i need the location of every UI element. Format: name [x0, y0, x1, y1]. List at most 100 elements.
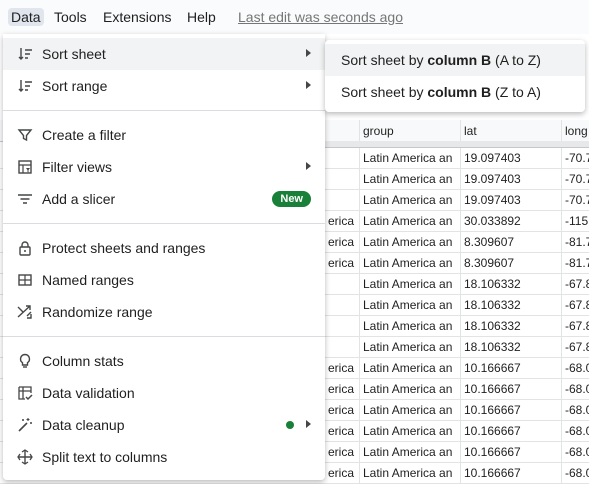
submenu-arrow-icon [306, 420, 311, 428]
submenu-arrow-icon [306, 49, 311, 57]
table-cell-long[interactable]: -70.7 [562, 169, 589, 189]
menu-item-randomize[interactable]: Randomize range [3, 296, 325, 328]
table-cell-lat[interactable]: 10.166667 [461, 358, 562, 378]
table-cell-lat[interactable]: 18.106332 [461, 274, 562, 294]
header-cell-long[interactable]: long [562, 120, 589, 141]
menu-item-split-text[interactable]: Split text to columns [3, 441, 325, 473]
table-cell-long[interactable]: -67.8 [562, 295, 589, 315]
table-cell-group[interactable]: Latin America an [360, 253, 461, 273]
menu-help[interactable]: Help [187, 8, 216, 26]
header-cell-lat[interactable]: lat [461, 120, 562, 141]
table-cell-lat[interactable]: 19.097403 [461, 190, 562, 210]
table-cell-lat[interactable]: 10.166667 [461, 379, 562, 399]
header-cell[interactable] [325, 120, 360, 141]
table-cell-a[interactable] [325, 337, 360, 357]
table-cell-long[interactable]: -68.0 [562, 400, 589, 420]
table-cell-group[interactable]: Latin America an [360, 421, 461, 441]
table-cell-long[interactable]: -67.8 [562, 337, 589, 357]
protect-label: Protect sheets and ranges [42, 240, 206, 256]
table-cell-a[interactable] [325, 274, 360, 294]
table-cell-group[interactable]: Latin America an [360, 316, 461, 336]
table-cell-a[interactable]: erica [325, 253, 360, 273]
menu-tools[interactable]: Tools [54, 8, 87, 26]
menu-item-create-filter[interactable]: Create a filter [3, 119, 325, 151]
menu-item-filter-views[interactable]: Filter views [3, 151, 325, 183]
table-cell-long[interactable]: -81.7 [562, 253, 589, 273]
table-cell-long[interactable]: -68.0 [562, 358, 589, 378]
table-cell-long[interactable]: -70.7 [562, 190, 589, 210]
table-cell-a[interactable]: erica [325, 400, 360, 420]
table-cell-a[interactable]: erica [325, 442, 360, 462]
table-cell-group[interactable]: Latin America an [360, 358, 461, 378]
table-cell-lat[interactable]: 10.166667 [461, 463, 562, 483]
table-cell-a[interactable] [325, 316, 360, 336]
table-cell-group[interactable]: Latin America an [360, 232, 461, 252]
table-cell-group[interactable]: Latin America an [360, 379, 461, 399]
table-cell-lat[interactable]: 10.166667 [461, 400, 562, 420]
menu-item-data-cleanup[interactable]: Data cleanup [3, 409, 325, 441]
menu-item-data-validation[interactable]: Data validation [3, 377, 325, 409]
table-cell-lat[interactable]: 19.097403 [461, 148, 562, 168]
table-cell-group[interactable]: Latin America an [360, 274, 461, 294]
table-cell-a[interactable] [325, 148, 360, 168]
named-ranges-label: Named ranges [42, 272, 134, 288]
table-cell-lat[interactable]: 18.106332 [461, 295, 562, 315]
table-cell-a[interactable] [325, 190, 360, 210]
table-cell-long[interactable]: -68.0 [562, 463, 589, 483]
data-menu: Sort sheet Sort range Create a filter Fi… [3, 34, 325, 480]
table-cell-lat[interactable]: 19.097403 [461, 169, 562, 189]
table-cell-group[interactable]: Latin America an [360, 148, 461, 168]
table-cell-group[interactable]: Latin America an [360, 211, 461, 231]
table-cell-long[interactable]: -70.7 [562, 148, 589, 168]
table-cell-group[interactable]: Latin America an [360, 295, 461, 315]
menu-item-protect[interactable]: Protect sheets and ranges [3, 232, 325, 264]
menu-item-named-ranges[interactable]: Named ranges [3, 264, 325, 296]
table-cell-long[interactable]: -67.8 [562, 316, 589, 336]
filter-views-label: Filter views [42, 159, 113, 175]
menu-item-add-slicer[interactable]: Add a slicer New [3, 183, 325, 215]
table-cell-lat[interactable]: 8.309607 [461, 232, 562, 252]
table-cell-lat[interactable]: 8.309607 [461, 253, 562, 273]
table-cell-a[interactable]: erica [325, 379, 360, 399]
menu-extensions[interactable]: Extensions [103, 8, 171, 26]
table-cell-group[interactable]: Latin America an [360, 190, 461, 210]
table-cell-group[interactable]: Latin America an [360, 169, 461, 189]
sort-icon [17, 46, 33, 62]
menu-item-sort-sheet[interactable]: Sort sheet [3, 38, 325, 70]
table-cell-long[interactable]: -81.7 [562, 232, 589, 252]
table-cell-lat[interactable]: 10.166667 [461, 421, 562, 441]
header-cell-group[interactable]: group [360, 120, 461, 141]
table-cell-a[interactable]: erica [325, 232, 360, 252]
menu-data[interactable]: Data [8, 8, 44, 26]
table-cell-long[interactable]: -67.8 [562, 274, 589, 294]
sort-a-to-z-option[interactable]: Sort sheet by column B (A to Z) [325, 44, 585, 76]
menu-item-sort-range[interactable]: Sort range [3, 70, 325, 102]
table-cell-lat[interactable]: 30.033892 [461, 211, 562, 231]
column-stats-label: Column stats [42, 353, 124, 369]
table-cell-long[interactable]: -68.0 [562, 421, 589, 441]
table-cell-long[interactable]: -68.0 [562, 379, 589, 399]
table-cell-a[interactable] [325, 169, 360, 189]
table-cell-group[interactable]: Latin America an [360, 400, 461, 420]
last-edit-link[interactable]: Last edit was seconds ago [238, 8, 403, 26]
submenu-arrow-icon [306, 162, 311, 170]
table-cell-a[interactable] [325, 295, 360, 315]
table-cell-lat[interactable]: 18.106332 [461, 316, 562, 336]
table-cell-group[interactable]: Latin America an [360, 442, 461, 462]
magic-wand-icon [17, 417, 33, 433]
table-cell-lat[interactable]: 18.106332 [461, 337, 562, 357]
table-cell-a[interactable]: erica [325, 421, 360, 441]
table-cell-group[interactable]: Latin America an [360, 463, 461, 483]
table-cell-a[interactable]: erica [325, 358, 360, 378]
filter-icon [17, 127, 33, 143]
filter-views-icon [17, 159, 33, 175]
table-cell-long[interactable]: -68.0 [562, 442, 589, 462]
menu-item-column-stats[interactable]: Column stats [3, 345, 325, 377]
table-cell-group[interactable]: Latin America an [360, 337, 461, 357]
table-cell-long[interactable]: -115 [562, 211, 589, 231]
table-cell-a[interactable]: erica [325, 463, 360, 483]
freeze-divider[interactable] [325, 141, 589, 148]
table-cell-a[interactable]: erica [325, 211, 360, 231]
sort-z-to-a-option[interactable]: Sort sheet by column B (Z to A) [325, 76, 585, 108]
table-cell-lat[interactable]: 10.166667 [461, 442, 562, 462]
